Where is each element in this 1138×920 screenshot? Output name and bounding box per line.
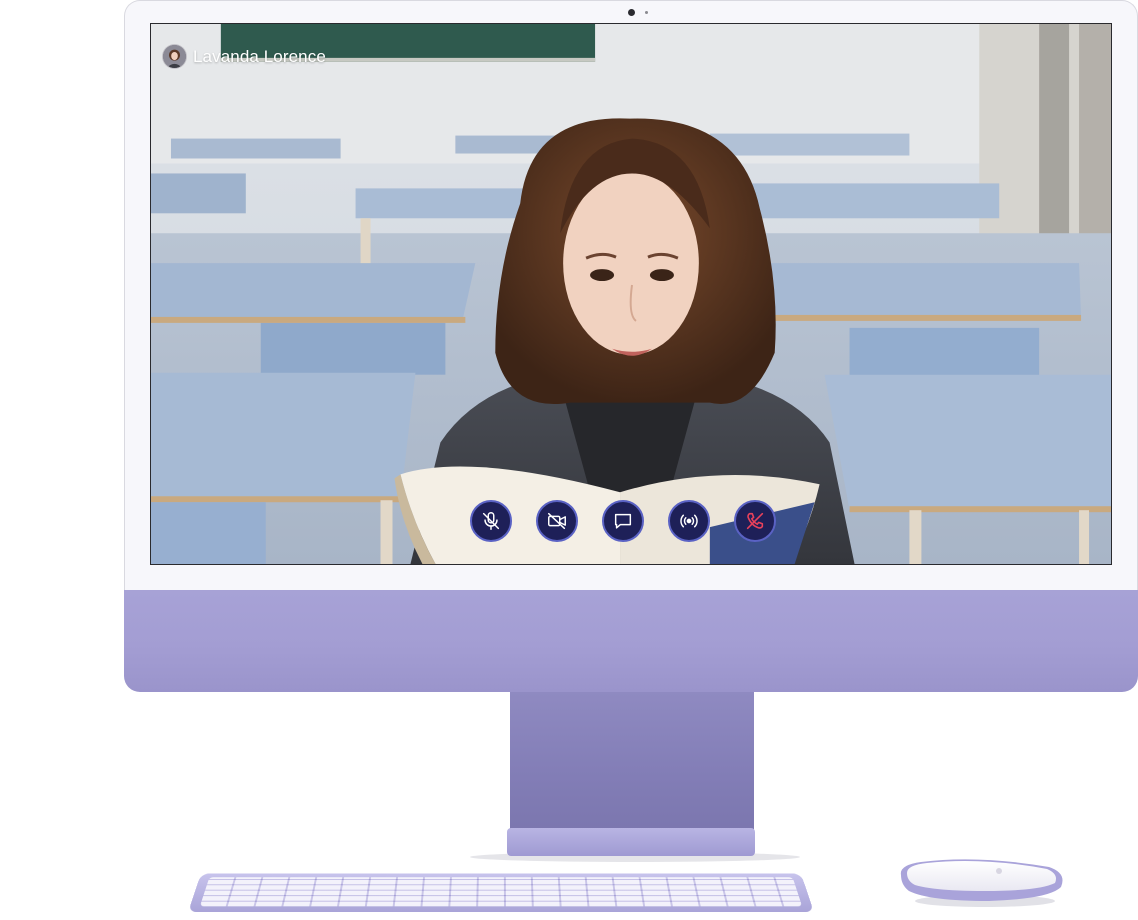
mic-off-icon bbox=[482, 512, 500, 530]
webcam-icon bbox=[628, 9, 635, 16]
mute-mic-button[interactable] bbox=[470, 500, 512, 542]
keyboard bbox=[188, 873, 814, 912]
video-call-screen: Lavanda Lorence bbox=[150, 23, 1112, 565]
remote-video-feed bbox=[151, 24, 1111, 564]
caller-label: Lavanda Lorence bbox=[162, 44, 326, 69]
end-call-button[interactable] bbox=[734, 500, 776, 542]
monitor-stand bbox=[510, 692, 754, 834]
camera-sensor bbox=[645, 11, 648, 14]
video-off-icon bbox=[548, 512, 566, 530]
phone-hangup-icon bbox=[746, 512, 764, 530]
chat-button[interactable] bbox=[602, 500, 644, 542]
broadcast-icon bbox=[680, 514, 698, 528]
device-chin bbox=[124, 590, 1138, 692]
toggle-camera-button[interactable] bbox=[536, 500, 578, 542]
call-controls-bar bbox=[470, 500, 776, 542]
caller-avatar bbox=[162, 44, 187, 69]
broadcast-button[interactable] bbox=[668, 500, 710, 542]
keyboard-keys bbox=[199, 877, 803, 907]
stand-foot bbox=[507, 828, 755, 856]
mouse bbox=[900, 859, 1063, 907]
caller-name: Lavanda Lorence bbox=[193, 46, 326, 66]
chat-bubble-icon bbox=[614, 513, 632, 529]
